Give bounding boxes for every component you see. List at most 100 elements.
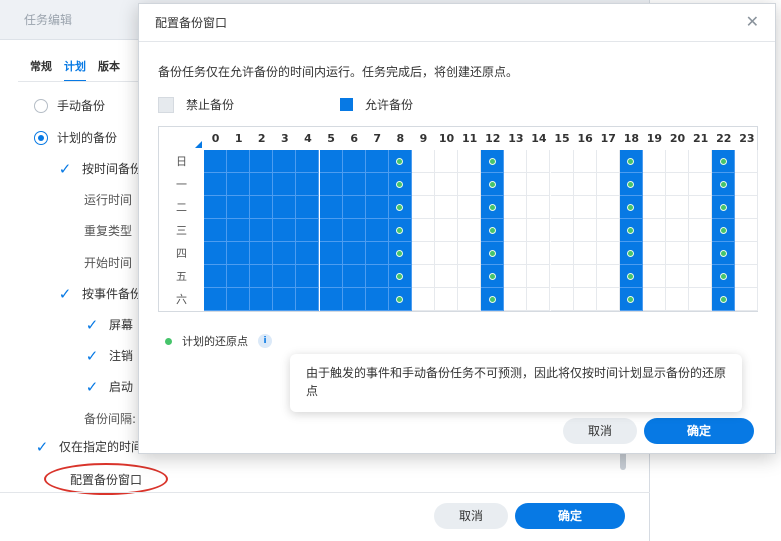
schedule-cell[interactable] <box>596 196 620 219</box>
schedule-cell[interactable] <box>527 150 551 173</box>
schedule-cell[interactable] <box>296 288 320 311</box>
schedule-cell[interactable] <box>319 288 343 311</box>
schedule-cell[interactable] <box>227 173 251 196</box>
task-edit-cancel-button[interactable]: 取消 <box>434 503 508 529</box>
schedule-cell[interactable] <box>481 265 505 288</box>
hour-label-1[interactable]: 1 <box>227 127 250 150</box>
schedule-cell[interactable] <box>735 196 759 219</box>
schedule-cell[interactable] <box>527 288 551 311</box>
schedule-cell[interactable] <box>735 242 759 265</box>
schedule-cell[interactable] <box>227 196 251 219</box>
schedule-cell[interactable] <box>273 196 297 219</box>
schedule-cell[interactable] <box>712 173 736 196</box>
schedule-cell[interactable] <box>689 196 713 219</box>
schedule-cell[interactable] <box>596 288 620 311</box>
event-startup-checkbox[interactable]: ✓ <box>84 379 100 395</box>
schedule-cell[interactable] <box>411 219 435 242</box>
schedule-cell[interactable] <box>365 173 389 196</box>
schedule-cell[interactable] <box>712 242 736 265</box>
schedule-cell[interactable] <box>735 150 759 173</box>
schedule-cell[interactable] <box>458 173 482 196</box>
schedule-cell[interactable] <box>573 150 597 173</box>
schedule-cell[interactable] <box>342 219 366 242</box>
schedule-cell[interactable] <box>712 196 736 219</box>
schedule-cell[interactable] <box>642 196 666 219</box>
schedule-cell[interactable] <box>619 196 643 219</box>
schedule-cell[interactable] <box>481 242 505 265</box>
schedule-cell[interactable] <box>550 196 574 219</box>
schedule-cell[interactable] <box>342 242 366 265</box>
schedule-cell[interactable] <box>411 265 435 288</box>
schedule-cell[interactable] <box>296 242 320 265</box>
schedule-cell[interactable] <box>296 150 320 173</box>
hour-label-13[interactable]: 13 <box>504 127 527 150</box>
schedule-cell[interactable] <box>619 150 643 173</box>
schedule-cell[interactable] <box>666 173 690 196</box>
schedule-cell[interactable] <box>619 173 643 196</box>
schedule-cell[interactable] <box>458 196 482 219</box>
scheduled-backup-option[interactable]: 计划的备份 <box>34 129 117 146</box>
schedule-cell[interactable] <box>573 288 597 311</box>
schedule-cell[interactable] <box>504 173 528 196</box>
time-based-backup-checkbox[interactable]: ✓ <box>57 161 73 177</box>
manual-backup-option[interactable]: 手动备份 <box>34 97 105 114</box>
schedule-cell[interactable] <box>365 196 389 219</box>
schedule-cell[interactable] <box>550 173 574 196</box>
schedule-cell[interactable] <box>342 288 366 311</box>
schedule-cell[interactable] <box>435 196 459 219</box>
schedule-cell[interactable] <box>458 150 482 173</box>
hour-label-21[interactable]: 21 <box>689 127 712 150</box>
schedule-cell[interactable] <box>388 150 412 173</box>
schedule-cell[interactable] <box>642 242 666 265</box>
hour-label-4[interactable]: 4 <box>296 127 319 150</box>
schedule-cell[interactable] <box>411 173 435 196</box>
schedule-cell[interactable] <box>204 265 228 288</box>
schedule-cell[interactable] <box>227 288 251 311</box>
schedule-cell[interactable] <box>250 265 274 288</box>
hour-label-10[interactable]: 10 <box>435 127 458 150</box>
schedule-cell[interactable] <box>273 242 297 265</box>
schedule-cell[interactable] <box>435 288 459 311</box>
schedule-cell[interactable] <box>619 288 643 311</box>
hour-label-17[interactable]: 17 <box>597 127 620 150</box>
hour-label-9[interactable]: 9 <box>412 127 435 150</box>
only-in-window-checkbox[interactable]: ✓ <box>34 439 50 455</box>
schedule-cell[interactable] <box>712 150 736 173</box>
tab-general[interactable]: 常规 <box>30 58 52 82</box>
schedule-cell[interactable] <box>712 288 736 311</box>
schedule-cell[interactable] <box>481 196 505 219</box>
close-icon[interactable]: ✕ <box>746 14 759 30</box>
schedule-cell[interactable] <box>550 219 574 242</box>
schedule-cell[interactable] <box>573 242 597 265</box>
schedule-cell[interactable] <box>273 173 297 196</box>
schedule-cell[interactable] <box>527 173 551 196</box>
hour-label-20[interactable]: 20 <box>666 127 689 150</box>
hour-label-2[interactable]: 2 <box>250 127 273 150</box>
schedule-cell[interactable] <box>388 288 412 311</box>
schedule-cell[interactable] <box>250 242 274 265</box>
hour-label-12[interactable]: 12 <box>481 127 504 150</box>
schedule-cell[interactable] <box>527 242 551 265</box>
hour-label-0[interactable]: 0 <box>204 127 227 150</box>
tab-schedule[interactable]: 计划 <box>64 58 86 82</box>
only-in-window-option[interactable]: ✓ 仅在指定的时间 <box>34 438 143 455</box>
schedule-cell[interactable] <box>342 196 366 219</box>
schedule-cell[interactable] <box>527 196 551 219</box>
schedule-cell[interactable] <box>273 219 297 242</box>
schedule-cell[interactable] <box>227 242 251 265</box>
schedule-cell[interactable] <box>319 242 343 265</box>
schedule-cell[interactable] <box>550 242 574 265</box>
schedule-cell[interactable] <box>666 242 690 265</box>
scheduled-backup-radio[interactable] <box>34 130 48 145</box>
schedule-cell[interactable] <box>712 265 736 288</box>
schedule-cell[interactable] <box>550 265 574 288</box>
schedule-cell[interactable] <box>250 150 274 173</box>
schedule-cell[interactable] <box>481 288 505 311</box>
schedule-cell[interactable] <box>689 242 713 265</box>
schedule-cell[interactable] <box>666 219 690 242</box>
event-logout-option[interactable]: ✓ 注销 <box>84 347 133 364</box>
schedule-cell[interactable] <box>411 150 435 173</box>
schedule-cell[interactable] <box>550 150 574 173</box>
schedule-cell[interactable] <box>411 288 435 311</box>
hour-label-19[interactable]: 19 <box>643 127 666 150</box>
